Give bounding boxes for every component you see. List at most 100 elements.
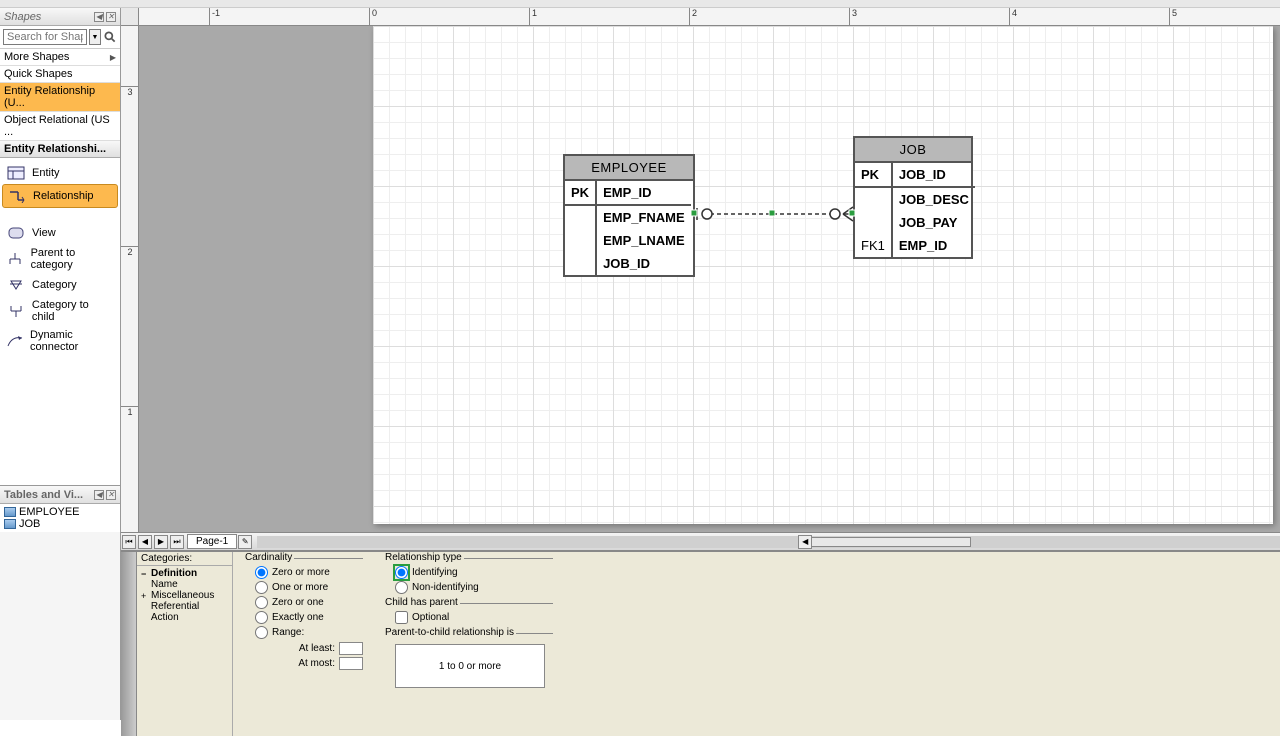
connector-icon	[6, 333, 24, 349]
at-most-input[interactable]	[339, 657, 363, 670]
props-body: Cardinality Zero or more One or more Zer…	[233, 552, 1280, 736]
search-input[interactable]	[3, 29, 87, 45]
child-parent-label: Child has parent	[383, 597, 460, 608]
entity-icon	[6, 165, 26, 181]
cat-misc[interactable]: +Miscellaneous	[139, 590, 230, 601]
tab-nav-next[interactable]: ▶	[154, 535, 168, 549]
shapes-area: Entity Relationship View Parent to categ…	[0, 158, 120, 485]
page: EMPLOYEE PK EMP_ID EMP_FNAME EMP_LNAME	[373, 26, 1273, 524]
attr: EMP_ID	[893, 234, 975, 257]
radio-exactly-one[interactable]: Exactly one	[255, 610, 363, 625]
relationship-summary: 1 to 0 or more	[395, 644, 545, 688]
radio-zero-or-one[interactable]: Zero or one	[255, 595, 363, 610]
table-row-employee[interactable]: EMPLOYEE	[2, 506, 118, 518]
ruler-horizontal[interactable]: -1 0 1 2 3 4 5	[139, 8, 1280, 26]
pk-field: EMP_ID	[597, 181, 691, 206]
cat-definition[interactable]: −Definition	[139, 568, 230, 579]
radio-range[interactable]: Range:	[255, 625, 363, 640]
pk-label: PK	[855, 163, 891, 188]
attr: EMP_LNAME	[597, 229, 691, 252]
radio-zero-or-more[interactable]: Zero or more	[255, 565, 363, 580]
stencil-object-relational[interactable]: Object Relational (US ...	[0, 112, 120, 141]
scroll-left-icon[interactable]: ◀	[798, 535, 812, 549]
fk-label: FK1	[855, 234, 891, 257]
shape-dynamic-connector[interactable]: Dynamic connector	[2, 326, 118, 356]
at-least-input[interactable]	[339, 642, 363, 655]
tables-panel: Tables and Vi... ◀ ✕ EMPLOYEE JOB	[0, 485, 120, 532]
close-icon[interactable]: ✕	[106, 12, 116, 22]
collapse-icon[interactable]: ◀	[94, 12, 104, 22]
cardinality-group: Cardinality Zero or more One or more Zer…	[243, 558, 363, 730]
tab-page-1[interactable]: Page-1	[187, 534, 237, 549]
shape-category[interactable]: Category	[2, 274, 118, 296]
canvas-wrap: -1 0 1 2 3 4 5 3 2 1 EMPLOYEE PK	[121, 8, 1280, 532]
tab-new[interactable]: ✎	[238, 535, 252, 549]
ptc-icon	[6, 251, 25, 267]
attr: EMP_FNAME	[597, 206, 691, 229]
stencil-more-shapes[interactable]: More Shapes▶	[0, 49, 120, 66]
ruler-vertical[interactable]: 3 2 1	[121, 26, 139, 532]
shape-parent-to-category[interactable]: Parent to category	[2, 244, 118, 274]
pk-field: JOB_ID	[893, 163, 975, 188]
entity-employee[interactable]: EMPLOYEE PK EMP_ID EMP_FNAME EMP_LNAME	[563, 154, 695, 277]
table-icon	[4, 507, 16, 517]
close-icon[interactable]: ✕	[106, 490, 116, 500]
categories-list: Categories: −Definition Name +Miscellane…	[137, 552, 233, 736]
shape-view[interactable]: View	[2, 222, 118, 244]
check-optional[interactable]: Optional	[395, 610, 553, 625]
search-dropdown[interactable]: ▼	[89, 29, 101, 45]
tables-title: Tables and Vi...	[4, 489, 83, 501]
canvas[interactable]: EMPLOYEE PK EMP_ID EMP_FNAME EMP_LNAME	[139, 26, 1280, 532]
entity-title: JOB	[855, 138, 971, 163]
radio-one-or-more[interactable]: One or more	[255, 580, 363, 595]
tables-list: EMPLOYEE JOB	[0, 504, 120, 532]
shape-category-to-child[interactable]: Category to child	[2, 296, 118, 326]
tab-nav-first[interactable]: ⏮	[122, 535, 136, 549]
ruler-corner	[121, 8, 139, 26]
category-icon	[6, 277, 26, 293]
tab-nav-last[interactable]: ⏭	[170, 535, 184, 549]
entity-job[interactable]: JOB PK FK1 JOB_ID JOB_DESC JOB_PAY	[853, 136, 973, 259]
pk-label: PK	[565, 181, 595, 206]
relationship-icon	[7, 188, 27, 204]
shape-relationship[interactable]: Relationship	[2, 184, 118, 208]
rel-type-group: Relationship type Identifying Non-identi…	[383, 558, 553, 595]
shape-entity[interactable]: Entity	[2, 162, 118, 184]
ctc-icon	[6, 303, 26, 319]
chevron-right-icon: ▶	[110, 53, 116, 62]
stencil-section-title: Entity Relationshi...	[0, 141, 120, 158]
attr: JOB_ID	[597, 252, 691, 275]
props-grip[interactable]	[121, 552, 137, 736]
child-parent-group: Child has parent Optional	[383, 603, 553, 625]
scroll-thumb[interactable]	[811, 537, 971, 547]
entity-title: EMPLOYEE	[565, 156, 693, 181]
radio-identifying[interactable]: Identifying	[395, 565, 553, 580]
parent-child-label: Parent-to-child relationship is	[383, 627, 516, 638]
stencil-quick-shapes[interactable]: Quick Shapes	[0, 66, 120, 83]
attr: JOB_PAY	[893, 211, 975, 234]
attr: JOB_DESC	[893, 188, 975, 211]
grid-major	[373, 26, 1273, 524]
radio-non-identifying[interactable]: Non-identifying	[395, 580, 553, 595]
relationship-connector[interactable]	[695, 204, 853, 224]
tab-nav-prev[interactable]: ◀	[138, 535, 152, 549]
cat-ref-action[interactable]: Referential Action	[139, 601, 230, 623]
search-row: ▼	[0, 26, 120, 49]
page-tab-bar: ⏮ ◀ ▶ ⏭ Page-1 ✎ ◀	[121, 532, 1280, 550]
collapse-icon[interactable]: ◀	[94, 490, 104, 500]
parent-child-group: Parent-to-child relationship is 1 to 0 o…	[383, 633, 553, 688]
properties-panel: Categories: −Definition Name +Miscellane…	[121, 550, 1280, 736]
stencil-entity-relationship[interactable]: Entity Relationship (U...	[0, 83, 120, 112]
sidebar-filler	[0, 532, 121, 720]
view-icon	[6, 225, 26, 241]
search-go[interactable]	[103, 29, 117, 45]
relationship-column: Relationship type Identifying Non-identi…	[383, 558, 553, 730]
tables-panel-header: Tables and Vi... ◀ ✕	[0, 486, 120, 504]
shapes-sidebar: Shapes ◀ ✕ ▼ More Shapes▶ Quick Shapes E…	[0, 8, 121, 532]
cardinality-label: Cardinality	[243, 552, 294, 563]
shapes-panel-header: Shapes ◀ ✕	[0, 8, 120, 26]
top-toolbar-strip	[0, 0, 1280, 8]
table-row-job[interactable]: JOB	[2, 518, 118, 530]
h-scrollbar[interactable]: ◀	[257, 536, 1280, 548]
cat-name[interactable]: Name	[139, 579, 230, 590]
